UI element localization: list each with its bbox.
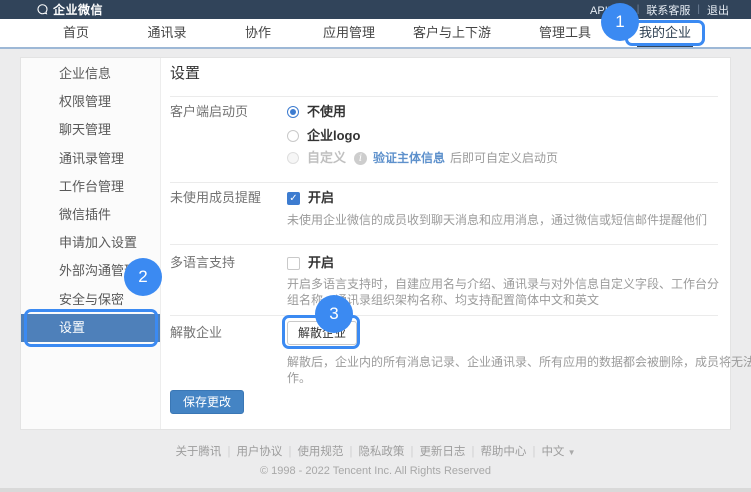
unused-reminder-desc: 未使用企业微信的成员收到聊天消息和应用消息，通过微信或短信邮件提醒他们 [287,212,707,228]
annotation-step-2: 2 [124,258,162,296]
sidebar-item-contacts-mgmt[interactable]: 通讯录管理 [21,145,160,173]
footer: 关于腾讯 | 用户协议 | 使用规范 | 隐私政策 | 更新日志 | 帮助中心 | 中文 ▼ © 199… [0,444,751,478]
multilingual-checkbox[interactable] [287,257,300,270]
sidebar-item-chat-mgmt[interactable]: 聊天管理 [21,116,160,144]
unused-reminder-label: 未使用成员提醒 [170,190,261,206]
multilingual-toggle-line: 开启 [287,255,334,271]
settings-card: 企业信息 权限管理 聊天管理 通讯录管理 工作台管理 微信插件 申请加入设置 外… [20,57,731,430]
dissolve-desc: 解散后，企业内的所有消息记录、企业通讯录、所有应用的数据都会被删除，成员将无法进… [287,354,751,386]
nav-item-home[interactable]: 首页 [63,19,89,47]
wechat-work-bubble-icon [36,3,49,16]
radio-company-logo-label: 企业logo [307,128,360,144]
sidebar-item-wechat-plugin[interactable]: 微信插件 [21,201,160,229]
footer-separator: | [471,446,474,458]
logout-link[interactable]: 退出 [707,2,729,18]
launch-page-label: 客户端启动页 [170,104,248,120]
annotation-step-1: 1 [601,3,639,41]
footer-link-rules[interactable]: 使用规范 [297,446,343,458]
sidebar-item-company-info[interactable]: 企业信息 [21,60,160,88]
custom-hint-text: 后即可自定义启动页 [450,150,558,166]
launch-option-logo: 企业logo [287,128,360,144]
footer-separator: | [227,446,230,458]
nav-item-collab[interactable]: 协作 [245,19,271,47]
footer-links: 关于腾讯 | 用户协议 | 使用规范 | 隐私政策 | 更新日志 | 帮助中心 | 中文 ▼ [0,444,751,461]
app-logo: 企业微信 [36,1,103,18]
multilingual-desc: 开启多语言支持时，自建应用名与介绍、通讯录与对外信息自定义字段、工作台分组名称、… [287,276,729,308]
radio-custom[interactable] [287,152,299,164]
footer-separator: | [410,446,413,458]
multilingual-toggle-label: 开启 [308,255,334,271]
unused-reminder-toggle-label: 开启 [308,190,334,206]
language-selector[interactable]: 中文 ▼ [541,446,575,458]
launch-option-none: 不使用 [287,104,346,120]
contact-support-link[interactable]: 联系客服 [646,2,690,18]
chevron-down-icon: ▼ [568,448,576,457]
sidebar-item-workbench-mgmt[interactable]: 工作台管理 [21,173,160,201]
radio-company-logo[interactable] [287,130,299,142]
nav-item-apps[interactable]: 应用管理 [323,19,375,47]
save-changes-button[interactable]: 保存更改 [170,390,244,414]
radio-none[interactable] [287,106,299,118]
dissolve-label: 解散企业 [170,325,222,341]
settings-content: 设置 客户端启动页 不使用 企业logo 自定义 i 验证主体信息 后即可自定义… [161,58,730,429]
radio-custom-label: 自定义 [307,150,346,166]
language-label: 中文 [541,446,564,458]
settings-sidebar: 企业信息 权限管理 聊天管理 通讯录管理 工作台管理 微信插件 申请加入设置 外… [21,58,161,429]
divider [170,244,718,245]
nav-item-contacts[interactable]: 通讯录 [147,19,186,47]
topbar-separator: | [697,4,700,15]
nav-item-admin-tools[interactable]: 管理工具 [539,19,591,47]
app-logo-text: 企业微信 [53,1,103,18]
footer-link-agreement[interactable]: 用户协议 [236,446,282,458]
footer-link-privacy[interactable]: 隐私政策 [358,446,404,458]
page-title: 设置 [170,64,200,84]
sidebar-item-join-settings[interactable]: 申请加入设置 [21,229,160,257]
radio-none-label: 不使用 [307,104,346,120]
sidebar-item-settings[interactable]: 设置 [21,314,160,342]
divider [170,96,718,97]
multilingual-label: 多语言支持 [170,255,235,271]
footer-link-about[interactable]: 关于腾讯 [175,446,221,458]
sidebar-item-permissions[interactable]: 权限管理 [21,88,160,116]
divider [170,182,718,183]
annotation-step-3: 3 [315,295,353,333]
unused-reminder-checkbox[interactable] [287,192,300,205]
nav-item-my-company[interactable]: 我的企业 [639,19,691,47]
footer-separator: | [288,446,291,458]
unused-reminder-toggle-line: 开启 [287,190,334,206]
footer-separator: | [349,446,352,458]
divider [170,315,718,316]
footer-link-help[interactable]: 帮助中心 [480,446,526,458]
footer-link-changelog[interactable]: 更新日志 [419,446,465,458]
info-icon: i [354,152,367,165]
nav-item-customers[interactable]: 客户与上下游 [413,19,491,47]
copyright: © 1998 - 2022 Tencent Inc. All Rights Re… [0,464,751,478]
footer-separator: | [532,446,535,458]
window-bottom-edge [0,488,751,492]
verify-subject-link[interactable]: 验证主体信息 [373,150,445,166]
launch-option-custom: 自定义 i 验证主体信息 后即可自定义启动页 [287,150,558,166]
